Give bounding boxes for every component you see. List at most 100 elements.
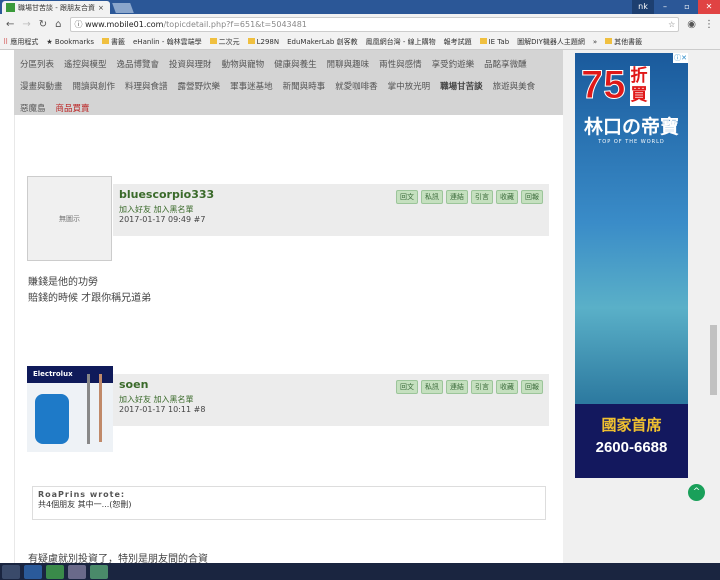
- browser-tab[interactable]: 職場甘苦談 - 跟朋友合資 ×: [2, 1, 110, 14]
- add-blacklist-link[interactable]: 加入黑名單: [154, 205, 194, 214]
- nav-item[interactable]: 職場甘苦談: [440, 82, 483, 92]
- nav-item[interactable]: 兩性與感情: [379, 60, 422, 70]
- nav-item[interactable]: 就愛咖啡香: [335, 82, 378, 92]
- maximize-button[interactable]: ▫: [676, 0, 698, 14]
- bookmark-item[interactable]: 書籤: [102, 37, 125, 47]
- nav-item[interactable]: 分區列表: [20, 60, 54, 70]
- nav-item[interactable]: 閱讀與創作: [73, 82, 116, 92]
- post-actions: 回文 私訊 連結 引言 收藏 回報: [396, 190, 543, 204]
- bookmarks-overflow[interactable]: »: [593, 38, 597, 46]
- nav-item[interactable]: 漫畫與動畫: [20, 82, 63, 92]
- quote-button[interactable]: 引言: [471, 380, 493, 394]
- nav-item[interactable]: 遙控與模型: [64, 60, 107, 70]
- quote-button[interactable]: 引言: [471, 190, 493, 204]
- nav-item[interactable]: 惡魔島: [20, 104, 46, 114]
- add-friend-link[interactable]: 加入好友: [119, 205, 151, 214]
- forum-nav: 分區列表 遙控與模型 逸品博覽會 投資與理財 動物與寵物 健康與養生 閒聊與趣味 兩性與感情享…: [14, 50, 563, 115]
- scroll-to-top-button[interactable]: ^: [688, 484, 705, 501]
- reply-button[interactable]: 回文: [396, 380, 418, 394]
- favorite-button[interactable]: 收藏: [496, 190, 518, 204]
- link-button[interactable]: 連結: [446, 190, 468, 204]
- reload-icon[interactable]: ↻: [39, 19, 47, 30]
- app-taskbar-icon[interactable]: [90, 564, 108, 579]
- post-header: soen 加入好友 加入黑名單 2017-01-17 10:11 #8 回文 私訊…: [113, 374, 549, 426]
- bookmark-item[interactable]: 鳳凰網台灣 - 線上購物: [366, 37, 436, 47]
- bookmarks-bar: ⠿ 應用程式 ★ Bookmarks 書籤 eHanlin - 翰林雲端學 二次…: [0, 34, 720, 50]
- close-button[interactable]: ✕: [698, 0, 720, 14]
- chrome-taskbar-icon[interactable]: [2, 564, 20, 579]
- report-button[interactable]: 回報: [521, 190, 543, 204]
- quote-text: 共4個朋友 其中一...(恕刪): [38, 500, 132, 509]
- nav-item[interactable]: 品酩享微醺: [484, 60, 527, 70]
- message-button[interactable]: 私訊: [421, 190, 443, 204]
- page: 分區列表 遙控與模型 逸品博覽會 投資與理財 動物與寵物 健康與養生 閒聊與趣味 兩性與感情享…: [0, 50, 705, 563]
- post-date: 2017-01-17 10:11: [119, 405, 192, 414]
- bookmark-item[interactable]: 其他書籤: [605, 37, 642, 47]
- bookmark-item[interactable]: 報考試題: [444, 37, 472, 47]
- post-date: 2017-01-17 09:49: [119, 215, 192, 224]
- nav-item[interactable]: 動物與寵物: [222, 60, 265, 70]
- minimize-button[interactable]: –: [654, 0, 676, 14]
- bookmark-item[interactable]: 二次元: [209, 37, 240, 47]
- explorer-taskbar-icon[interactable]: [46, 564, 64, 579]
- taskbar: [0, 563, 720, 580]
- bookmark-item[interactable]: eHanlin - 翰林雲端學: [133, 37, 202, 47]
- post-body: 賺錢是他的功勞 賠錢的時候 才跟你稱兄道弟: [28, 277, 152, 304]
- forward-icon[interactable]: →: [22, 19, 30, 30]
- bookmark-item[interactable]: L298N: [247, 37, 279, 46]
- extension-icon[interactable]: ◉: [687, 19, 696, 30]
- scrollbar-thumb[interactable]: [710, 325, 717, 395]
- nav-item[interactable]: 掌中放光明: [388, 82, 431, 92]
- back-icon[interactable]: ←: [6, 19, 14, 30]
- folder-icon: [209, 37, 217, 44]
- ad-close-icon[interactable]: ⓘ✕: [673, 53, 688, 63]
- bookmark-item[interactable]: 圖解DIY機器人主題網: [517, 37, 585, 47]
- favorite-button[interactable]: 收藏: [496, 380, 518, 394]
- link-button[interactable]: 連結: [446, 380, 468, 394]
- nav-item[interactable]: 露營野炊樂: [178, 82, 221, 92]
- add-blacklist-link[interactable]: 加入黑名單: [154, 395, 194, 404]
- add-friend-link[interactable]: 加入好友: [119, 395, 151, 404]
- post-header: bluescorpio333 加入好友 加入黑名單 2017-01-17 09:…: [113, 184, 549, 236]
- bookmark-star-icon[interactable]: ☆: [668, 18, 678, 31]
- nav-item[interactable]: 料理與食譜: [125, 82, 168, 92]
- folder-icon: [102, 37, 109, 44]
- window-controls: nk – ▫ ✕: [632, 0, 720, 14]
- new-tab-button[interactable]: [112, 3, 134, 13]
- scrollbar[interactable]: [705, 50, 720, 563]
- home-icon[interactable]: ⌂: [55, 19, 61, 30]
- bookmark-item[interactable]: EduMakerLab 創客教: [287, 37, 357, 47]
- nav-item[interactable]: 享受釣遊樂: [432, 60, 475, 70]
- reply-button[interactable]: 回文: [396, 190, 418, 204]
- bookmark-item[interactable]: ★ Bookmarks: [46, 38, 94, 46]
- vacuum-image: [35, 394, 69, 444]
- apps-icon: ⠿: [3, 37, 9, 46]
- report-button[interactable]: 回報: [521, 380, 543, 394]
- nav-item[interactable]: 逸品博覽會: [117, 60, 160, 70]
- avatar[interactable]: 無圖示: [27, 176, 112, 261]
- nav-item[interactable]: 投資與理財: [169, 60, 212, 70]
- nav-item[interactable]: 新聞與時事: [283, 82, 326, 92]
- message-button[interactable]: 私訊: [421, 380, 443, 394]
- bookmark-item[interactable]: ⠿ 應用程式: [3, 37, 38, 47]
- quote-box: RoaPrins wrote: 共4個朋友 其中一...(恕刪): [32, 486, 546, 520]
- bookmark-item[interactable]: IE Tab: [479, 37, 509, 46]
- folder-icon: [605, 37, 613, 44]
- advertisement-banner[interactable]: ⓘ✕ 75 折買 林口の帝寶 TOP OF THE WORLD 國家首席 2600-…: [575, 53, 688, 478]
- nav-item[interactable]: 商品買賣: [56, 104, 90, 114]
- nav-item[interactable]: 閒聊與趣味: [327, 60, 370, 70]
- desktop-taskbar-icon[interactable]: [24, 564, 42, 579]
- profile-button[interactable]: nk: [632, 0, 654, 14]
- menu-icon[interactable]: ⋮: [704, 19, 714, 30]
- url-input[interactable]: ⓘ www.mobile01.com/topicdetail.php?f=651…: [69, 16, 680, 32]
- notepad-taskbar-icon[interactable]: [68, 564, 86, 579]
- nav-item[interactable]: 健康與養生: [274, 60, 317, 70]
- tab-close-icon[interactable]: ×: [98, 4, 104, 12]
- address-bar-row: ← → ↻ ⌂ ⓘ www.mobile01.com/topicdetail.php?…: [0, 14, 720, 34]
- folder-icon: [247, 37, 255, 44]
- folder-icon: [479, 37, 487, 44]
- post-actions: 回文 私訊 連結 引言 收藏 回報: [396, 380, 543, 394]
- nav-item[interactable]: 旅遊與美食: [493, 82, 536, 92]
- nav-item[interactable]: 軍事迷基地: [230, 82, 273, 92]
- avatar[interactable]: Electrolux: [27, 366, 113, 452]
